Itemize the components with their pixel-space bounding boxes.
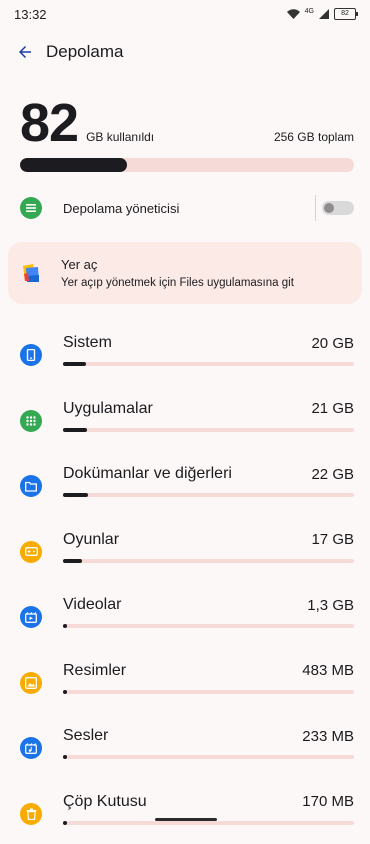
category-name: Çöp Kutusu bbox=[63, 793, 147, 811]
gamepad-icon bbox=[20, 541, 42, 563]
category-usage-bar bbox=[63, 821, 354, 825]
gesture-nav-handle[interactable] bbox=[155, 818, 217, 821]
category-usage-bar-fill bbox=[63, 821, 67, 825]
video-icon bbox=[20, 606, 42, 628]
storage-manager-row[interactable]: Depolama yöneticisi bbox=[0, 188, 370, 228]
category-usage-bar bbox=[63, 755, 354, 759]
used-amount: 82 bbox=[20, 98, 78, 148]
category-item-images[interactable]: Resimler 483 MB bbox=[0, 648, 370, 714]
category-name: Uygulamalar bbox=[63, 400, 153, 418]
total-label: 256 GB toplam bbox=[274, 130, 354, 144]
category-size: 17 GB bbox=[311, 531, 354, 548]
category-name: Sistem bbox=[63, 334, 112, 352]
category-size: 170 MB bbox=[302, 793, 354, 810]
category-usage-bar-fill bbox=[63, 559, 82, 563]
category-item-documents[interactable]: Dokümanlar ve diğerleri 22 GB bbox=[0, 451, 370, 517]
category-name: Sesler bbox=[63, 727, 108, 745]
category-name: Resimler bbox=[63, 662, 126, 680]
wifi-icon bbox=[287, 9, 300, 19]
free-up-space-card[interactable]: Yer aç Yer açıp yönetmek için Files uygu… bbox=[8, 242, 362, 304]
category-item-system[interactable]: Sistem 20 GB bbox=[0, 320, 370, 386]
category-usage-bar bbox=[63, 690, 354, 694]
category-item-games[interactable]: Oyunlar 17 GB bbox=[0, 517, 370, 583]
phone-icon bbox=[20, 344, 42, 366]
arrow-left-icon bbox=[16, 43, 34, 61]
status-time: 13:32 bbox=[14, 7, 47, 22]
category-size: 21 GB bbox=[311, 400, 354, 417]
audio-icon bbox=[20, 737, 42, 759]
divider bbox=[315, 195, 316, 221]
category-usage-bar bbox=[63, 362, 354, 366]
storage-usage-bar bbox=[20, 158, 354, 172]
category-name: Dokümanlar ve diğerleri bbox=[63, 465, 232, 483]
category-usage-bar-fill bbox=[63, 493, 88, 497]
used-label: GB kullanıldı bbox=[86, 130, 154, 144]
page-title: Depolama bbox=[46, 42, 124, 62]
free-up-subtitle: Yer açıp yönetmek için Files uygulamasın… bbox=[61, 277, 294, 289]
category-usage-bar bbox=[63, 493, 354, 497]
category-usage-bar-fill bbox=[63, 624, 67, 628]
category-usage-bar bbox=[63, 559, 354, 563]
trash-icon bbox=[20, 803, 42, 825]
category-usage-bar-fill bbox=[63, 362, 86, 366]
storage-manager-label: Depolama yöneticisi bbox=[63, 201, 315, 216]
category-size: 22 GB bbox=[311, 466, 354, 483]
category-usage-bar bbox=[63, 428, 354, 432]
category-item-trash[interactable]: Çöp Kutusu 170 MB bbox=[0, 779, 370, 844]
category-item-audio[interactable]: Sesler 233 MB bbox=[0, 713, 370, 779]
battery-icon: 82 bbox=[334, 8, 356, 20]
storage-usage-summary: 82 GB kullanıldı 256 GB toplam bbox=[0, 98, 370, 172]
network-type: 4G bbox=[305, 8, 314, 15]
status-bar: 13:32 4G 82 bbox=[0, 0, 370, 28]
apps-grid-icon bbox=[20, 410, 42, 432]
category-usage-bar-fill bbox=[63, 755, 67, 759]
category-item-videos[interactable]: Videolar 1,3 GB bbox=[0, 582, 370, 648]
category-size: 233 MB bbox=[302, 728, 354, 745]
storage-category-list: Sistem 20 GB Uygulamalar 21 GB Dokümanla… bbox=[0, 320, 370, 844]
category-usage-bar-fill bbox=[63, 428, 87, 432]
image-icon bbox=[20, 672, 42, 694]
category-usage-bar bbox=[63, 624, 354, 628]
storage-usage-bar-fill bbox=[20, 158, 127, 172]
status-icons: 4G 82 bbox=[287, 8, 356, 20]
category-size: 483 MB bbox=[302, 662, 354, 679]
files-app-icon bbox=[20, 262, 42, 284]
folder-icon bbox=[20, 475, 42, 497]
storage-manager-toggle[interactable] bbox=[322, 201, 354, 215]
toggle-knob bbox=[324, 203, 334, 213]
app-bar: Depolama bbox=[0, 28, 370, 76]
category-name: Videolar bbox=[63, 596, 121, 614]
free-up-title: Yer aç bbox=[61, 257, 294, 272]
category-size: 20 GB bbox=[311, 335, 354, 352]
category-name: Oyunlar bbox=[63, 531, 119, 549]
signal-icon bbox=[319, 9, 329, 19]
battery-level: 82 bbox=[341, 10, 349, 17]
category-usage-bar-fill bbox=[63, 690, 67, 694]
category-size: 1,3 GB bbox=[307, 597, 354, 614]
back-button[interactable] bbox=[14, 41, 36, 63]
storage-manager-icon bbox=[20, 197, 42, 219]
category-item-apps[interactable]: Uygulamalar 21 GB bbox=[0, 386, 370, 452]
